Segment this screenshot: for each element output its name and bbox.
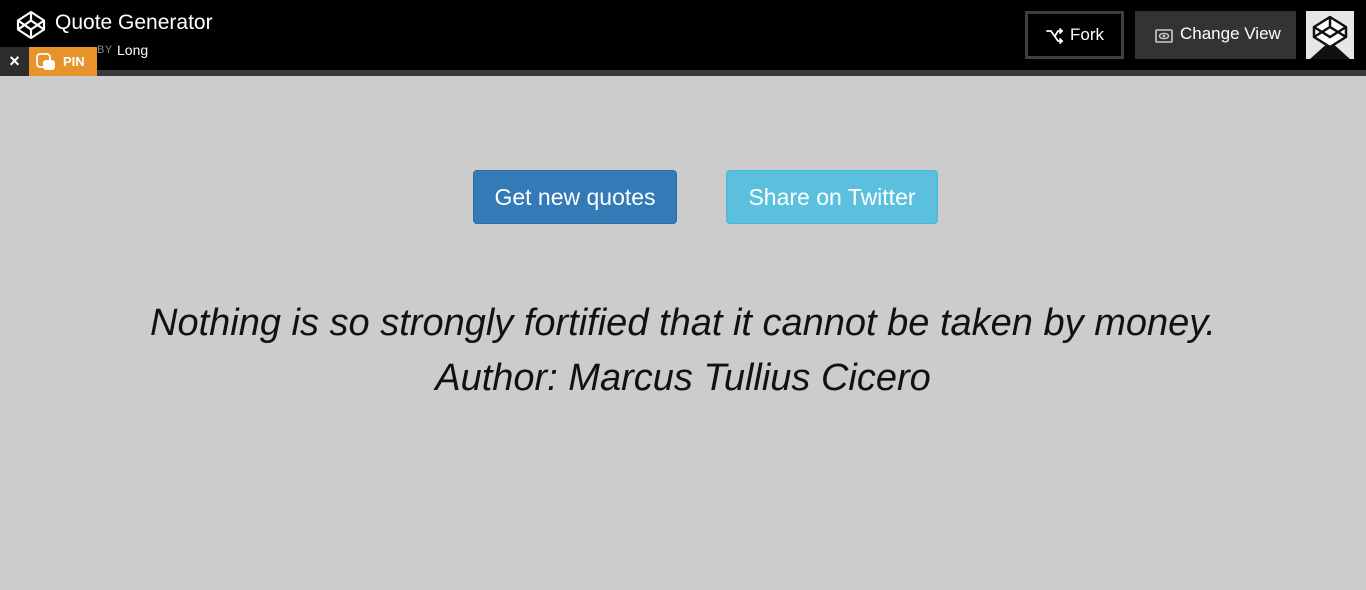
- fork-button[interactable]: Fork: [1025, 11, 1124, 59]
- pen-title: Quote Generator: [55, 11, 213, 34]
- author-link[interactable]: Long: [117, 42, 148, 59]
- change-view-button[interactable]: Change View: [1135, 11, 1296, 59]
- close-button[interactable]: ×: [0, 47, 29, 76]
- avatar[interactable]: [1306, 11, 1354, 59]
- get-new-quotes-button[interactable]: Get new quotes: [473, 170, 677, 224]
- byline-label: BY: [97, 44, 113, 56]
- share-on-twitter-button[interactable]: Share on Twitter: [726, 170, 938, 224]
- quote-text: Nothing is so strongly fortified that it…: [150, 302, 1216, 344]
- eye-icon: [1155, 29, 1173, 43]
- pin-icon: [36, 53, 55, 70]
- codepen-avatar-icon: [1306, 11, 1354, 59]
- pin-label: PIN: [63, 54, 85, 69]
- fork-label: Fork: [1070, 25, 1104, 44]
- change-view-label: Change View: [1180, 24, 1281, 43]
- header-divider: [0, 70, 1366, 76]
- pin-button[interactable]: PIN: [29, 47, 97, 76]
- codepen-logo-icon[interactable]: [16, 10, 46, 40]
- quote-author: Author: Marcus Tullius Cicero: [435, 357, 931, 399]
- codepen-header: Quote Generator BY Long Fork Change View: [0, 0, 1366, 70]
- fork-icon: [1046, 28, 1064, 44]
